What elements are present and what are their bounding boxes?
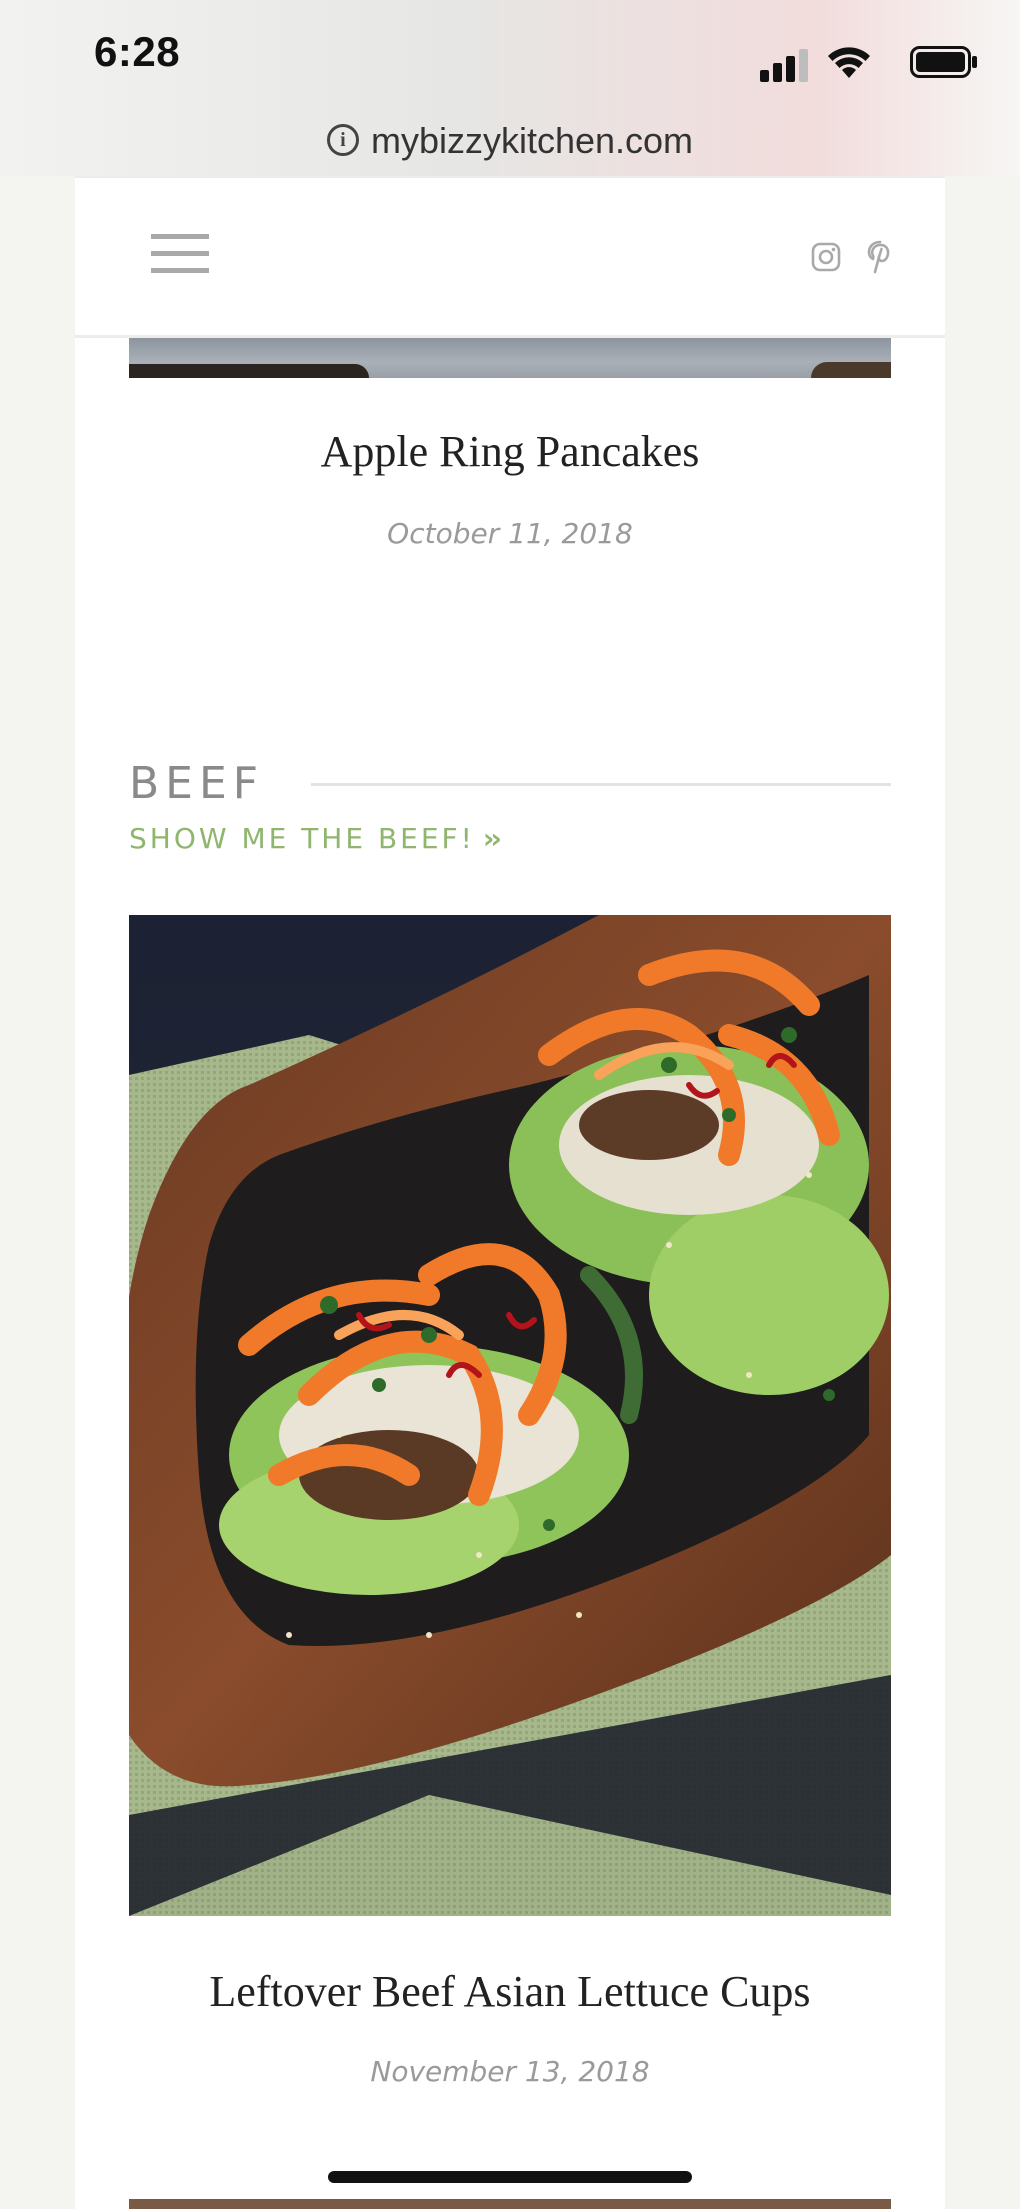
double-chevron-right-icon: ›› [482, 822, 502, 855]
featured-post-date: November 13, 2018 [370, 2055, 650, 2088]
status-icons [748, 42, 978, 82]
battery-icon [910, 46, 977, 78]
section-divider [311, 783, 891, 786]
url-text[interactable]: mybizzykitchen.com [371, 120, 693, 161]
previous-post-date: October 11, 2018 [387, 517, 633, 550]
next-post-image[interactable] [129, 2199, 891, 2209]
address-bar[interactable]: i mybizzykitchen.com [0, 116, 1020, 166]
home-indicator[interactable] [328, 2171, 692, 2183]
previous-post-image[interactable] [129, 338, 891, 378]
status-time: 6:28 [94, 28, 181, 75]
previous-post-title[interactable]: Apple Ring Pancakes [129, 426, 891, 477]
browser-top-bar: 6:28 i mybizzykitchen.com [0, 0, 1020, 176]
instagram-icon[interactable] [811, 242, 841, 272]
lettuce-cups-photo [129, 915, 891, 1916]
wifi-icon [828, 47, 870, 78]
featured-post-title[interactable]: Leftover Beef Asian Lettuce Cups [129, 1966, 891, 2017]
section-link-label: SHOW ME THE BEEF! [129, 822, 475, 855]
cellular-signal-icon [760, 48, 810, 82]
site-header [75, 176, 945, 338]
section-heading: BEEF [129, 758, 265, 809]
pinterest-icon[interactable] [866, 240, 894, 274]
info-icon[interactable]: i [326, 124, 359, 157]
hamburger-menu-icon[interactable] [151, 234, 209, 274]
featured-post-image[interactable] [129, 915, 891, 1916]
show-me-the-beef-link[interactable]: SHOW ME THE BEEF! ›› [129, 822, 502, 855]
